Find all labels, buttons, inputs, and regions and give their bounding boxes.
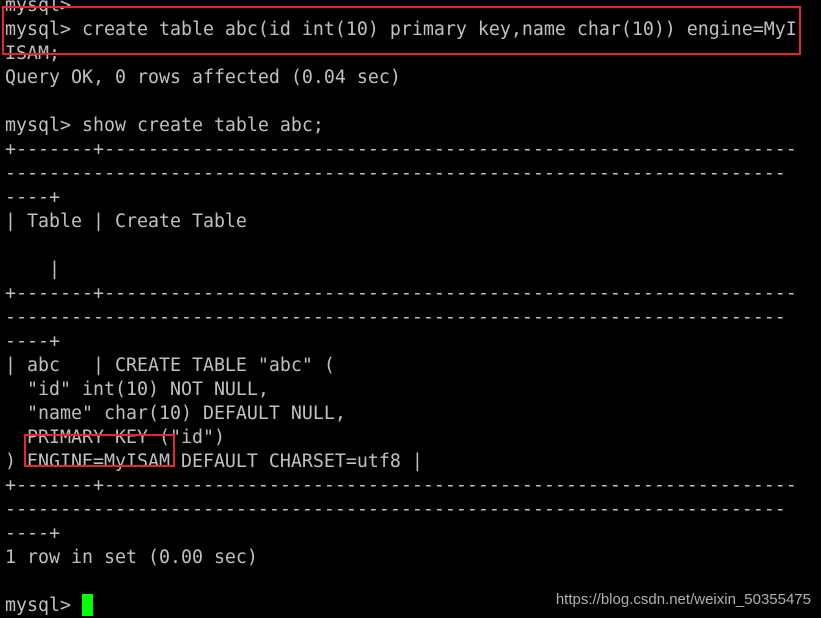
terminal-line: "id" int(10) NOT NULL, (5, 379, 269, 400)
terminal-line: "name" char(10) DEFAULT NULL, (5, 403, 346, 424)
terminal-line: mysql> show create table abc; (5, 115, 324, 136)
terminal-line: ----------------------------------------… (5, 163, 786, 184)
terminal-line: ----------------------------------------… (5, 307, 786, 328)
terminal-line: ----------------------------------------… (5, 499, 786, 520)
terminal-line: | (5, 259, 60, 280)
highlight-engine-myisam (24, 434, 175, 467)
terminal-line: ----+ (5, 331, 60, 352)
cursor (81, 594, 93, 616)
terminal-line: | abc | CREATE TABLE "abc" ( (5, 355, 335, 376)
terminal-output: mysql> mysql> create table abc(id int(10)… (5, 0, 797, 618)
terminal-line: | Table | Create Table (5, 211, 247, 232)
watermark: https://blog.csdn.net/weixin_50355475 (555, 591, 811, 608)
terminal-line: ----+ (5, 187, 60, 208)
terminal-line: +-------+-------------------------------… (5, 139, 797, 160)
terminal-line: Query OK, 0 rows affected (0.04 sec) (5, 67, 401, 88)
highlight-create-command (2, 6, 801, 55)
terminal-line: ----+ (5, 523, 60, 544)
terminal-line: +-------+-------------------------------… (5, 475, 797, 496)
prompt: mysql> (5, 595, 82, 616)
terminal-line: 1 row in set (0.00 sec) (5, 547, 258, 568)
terminal-line: +-------+-------------------------------… (5, 283, 797, 304)
